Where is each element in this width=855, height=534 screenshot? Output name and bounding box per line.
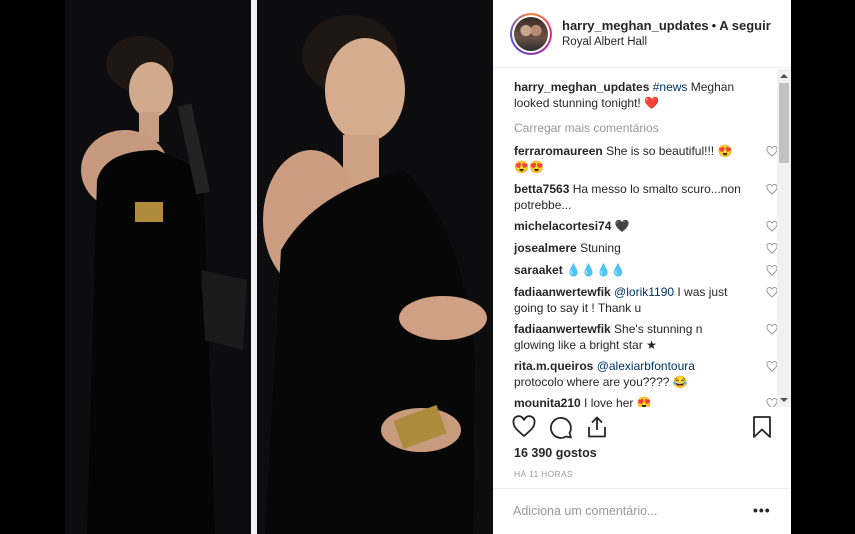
post-side-panel: harry_meghan_updates • A seguir Royal Albe… bbox=[493, 0, 791, 534]
like-button[interactable] bbox=[512, 415, 536, 439]
likes-count[interactable]: 16 390 gostos bbox=[514, 446, 597, 460]
comment-item: fadiaanwertewfik She's stunning n glowin… bbox=[514, 321, 778, 353]
heart-icon bbox=[512, 415, 536, 438]
header-separator: • bbox=[711, 17, 717, 33]
caption-hashtag[interactable]: #news bbox=[653, 80, 688, 94]
scrollbar-thumb[interactable] bbox=[779, 83, 789, 163]
load-more-comments-button[interactable]: Carregar mais comentários bbox=[514, 120, 766, 136]
post-actions-bar bbox=[512, 415, 774, 441]
comment-text: Stuning bbox=[580, 241, 621, 255]
scroll-down-arrow-icon[interactable] bbox=[780, 398, 788, 402]
comment-mention[interactable]: @alexiarbfontoura bbox=[597, 359, 695, 373]
comment-item: fadiaanwertewfik @lorik1190 I was just g… bbox=[514, 284, 778, 316]
post-timestamp[interactable]: HÁ 11 HORAS bbox=[514, 469, 573, 479]
more-options-button[interactable]: ••• bbox=[753, 502, 771, 518]
comment-username[interactable]: betta7563 bbox=[514, 182, 569, 196]
post-image bbox=[65, 0, 493, 534]
post-location[interactable]: Royal Albert Hall bbox=[562, 34, 771, 51]
comment-username[interactable]: fadiaanwertewfik bbox=[514, 322, 611, 336]
comments-list[interactable]: harry_meghan_updates #news Meghan looked… bbox=[493, 69, 791, 407]
comment-button[interactable] bbox=[549, 415, 573, 439]
post-header-text: harry_meghan_updates • A seguir Royal Albe… bbox=[562, 17, 771, 51]
avatar[interactable] bbox=[510, 12, 552, 55]
comment-username[interactable]: josealmere bbox=[514, 241, 577, 255]
comment-item: saraaket 💧💧💧💧 bbox=[514, 262, 778, 278]
comment-item: ferraromaureen She is so beautiful!!! 😍😍… bbox=[514, 143, 778, 175]
comment-icon bbox=[550, 417, 572, 439]
comment-text: 🖤 bbox=[614, 219, 630, 233]
comment-item: michelacortesi74 🖤 bbox=[514, 218, 778, 234]
post-caption: harry_meghan_updates #news Meghan looked… bbox=[514, 79, 766, 111]
comment-item: mounita210 I love her 😍 bbox=[514, 395, 778, 407]
comment-item: josealmere Stuning bbox=[514, 240, 778, 256]
comment-item: rita.m.queiros @alexiarbfontoura protoco… bbox=[514, 358, 778, 390]
comment-username[interactable]: michelacortesi74 bbox=[514, 219, 611, 233]
post-username[interactable]: harry_meghan_updates bbox=[562, 18, 709, 33]
comment-item: betta7563 Ha messo lo smalto scuro...non… bbox=[514, 181, 778, 213]
scroll-up-arrow-icon[interactable] bbox=[780, 74, 788, 78]
comment-text: 💧💧💧💧 bbox=[566, 263, 626, 277]
post-photo[interactable] bbox=[65, 0, 493, 534]
share-icon bbox=[588, 416, 606, 438]
comments-scrollbar[interactable] bbox=[777, 69, 791, 407]
add-comment-input[interactable] bbox=[513, 501, 733, 521]
add-comment-bar: ••• bbox=[493, 488, 791, 534]
comment-username[interactable]: fadiaanwertewfik bbox=[514, 285, 611, 299]
comment-username[interactable]: ferraromaureen bbox=[514, 144, 603, 158]
share-button[interactable] bbox=[585, 415, 609, 439]
comment-mention[interactable]: @lorik1190 bbox=[614, 285, 674, 299]
comment-text: protocolo where are you???? 😂 bbox=[514, 375, 688, 389]
avatar-photo bbox=[514, 16, 548, 51]
caption-username[interactable]: harry_meghan_updates bbox=[514, 80, 649, 94]
comment-username[interactable]: rita.m.queiros bbox=[514, 359, 593, 373]
comment-text: I love her 😍 bbox=[584, 396, 652, 407]
comment-username[interactable]: mounita210 bbox=[514, 396, 581, 407]
follow-status-button[interactable]: A seguir bbox=[719, 18, 771, 33]
comment-username[interactable]: saraaket bbox=[514, 263, 563, 277]
bookmark-icon bbox=[753, 416, 771, 438]
post-header: harry_meghan_updates • A seguir Royal Albe… bbox=[493, 0, 791, 68]
save-button[interactable] bbox=[750, 415, 774, 439]
